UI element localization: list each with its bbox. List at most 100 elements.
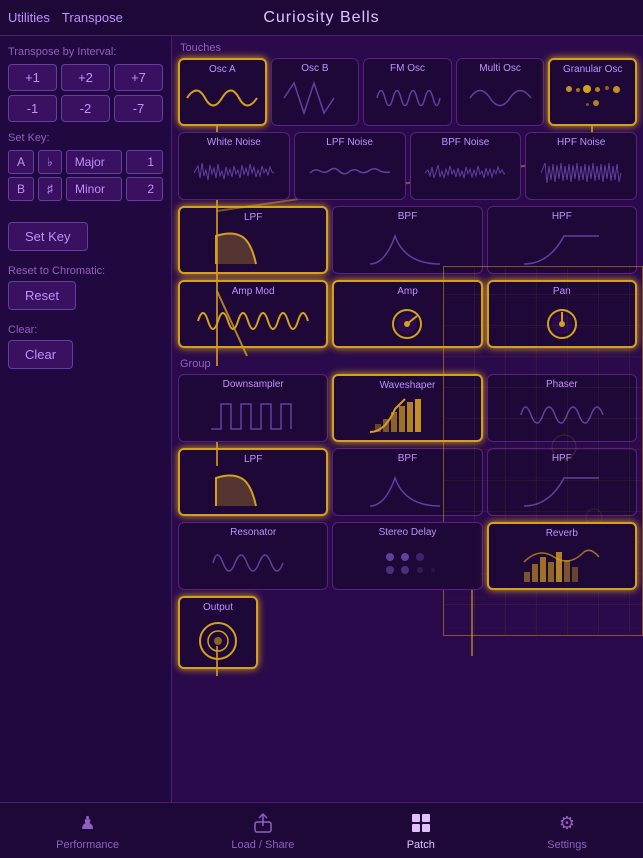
module-hpf-1[interactable]: HPF bbox=[487, 206, 637, 274]
module-amp-mod[interactable]: Amp Mod bbox=[178, 280, 328, 348]
osc-a-label: Osc A bbox=[209, 64, 236, 75]
key-num-2[interactable]: 2 bbox=[126, 177, 163, 201]
module-lpf-1[interactable]: LPF bbox=[178, 206, 328, 274]
touches-row-2: White Noise LPF Noise BPF Noise bbox=[172, 130, 643, 204]
transpose-label: Transpose by Interval: bbox=[8, 46, 163, 58]
settings-icon: ⚙ bbox=[554, 810, 580, 836]
module-bpf-noise[interactable]: BPF Noise bbox=[410, 132, 522, 200]
key-note-a[interactable]: A bbox=[8, 150, 34, 174]
interval-buttons-grid: +1 +2 +7 -1 -2 -7 bbox=[8, 64, 163, 122]
bpf-noise-label: BPF Noise bbox=[441, 137, 489, 148]
interval-plus7[interactable]: +7 bbox=[114, 64, 163, 91]
load-share-label: Load / Share bbox=[231, 839, 294, 851]
performance-label: Performance bbox=[56, 839, 119, 851]
module-osc-a[interactable]: Osc A bbox=[178, 58, 267, 126]
reset-label: Reset to Chromatic: bbox=[8, 265, 163, 277]
key-sharp-b[interactable]: ♯ bbox=[38, 177, 62, 201]
module-output[interactable]: Output bbox=[178, 596, 258, 669]
fm-osc-visual bbox=[368, 76, 447, 121]
stereo-delay-visual bbox=[337, 540, 477, 585]
reverb-visual bbox=[493, 541, 631, 584]
module-multi-osc[interactable]: Multi Osc bbox=[456, 58, 545, 126]
resonator-visual bbox=[183, 540, 323, 585]
downsampler-label: Downsampler bbox=[223, 379, 284, 390]
fm-osc-label: FM Osc bbox=[390, 63, 425, 74]
set-key-button[interactable]: Set Key bbox=[8, 222, 88, 251]
osc-a-visual bbox=[184, 77, 261, 120]
module-resonator[interactable]: Resonator bbox=[178, 522, 328, 590]
key-scale-minor[interactable]: Minor bbox=[66, 177, 122, 201]
effects-row: Resonator Stereo Delay bbox=[172, 520, 643, 594]
hpf-noise-visual bbox=[530, 150, 632, 195]
output-visual bbox=[184, 615, 252, 663]
key-row-2: B ♯ Minor 2 bbox=[8, 177, 163, 201]
resonator-label: Resonator bbox=[230, 527, 276, 538]
interval-minus2[interactable]: -2 bbox=[61, 95, 110, 122]
module-white-noise[interactable]: White Noise bbox=[178, 132, 290, 200]
amp-mod-label: Amp Mod bbox=[232, 286, 275, 297]
granular-osc-label: Granular Osc bbox=[563, 64, 622, 75]
downsampler-visual bbox=[183, 392, 323, 437]
nav-settings[interactable]: ⚙ Settings bbox=[547, 810, 587, 851]
bpf-1-visual bbox=[337, 224, 477, 269]
bottom-nav: ♟ Performance Load / Share Patch ⚙ Setti… bbox=[0, 802, 643, 858]
module-hpf-noise[interactable]: HPF Noise bbox=[525, 132, 637, 200]
output-label: Output bbox=[203, 602, 233, 613]
main-content: Touches Osc A Osc B FM Osc bbox=[172, 36, 643, 818]
granular-osc-visual bbox=[554, 77, 631, 120]
interval-minus1[interactable]: -1 bbox=[8, 95, 57, 122]
interval-minus7[interactable]: -7 bbox=[114, 95, 163, 122]
module-fm-osc[interactable]: FM Osc bbox=[363, 58, 452, 126]
key-sharp-a[interactable]: ♭ bbox=[38, 150, 62, 174]
key-note-b[interactable]: B bbox=[8, 177, 34, 201]
header-nav-left[interactable]: Utilities Transpose bbox=[8, 10, 123, 25]
amp-label: Amp bbox=[397, 286, 418, 297]
lpf-2-label: LPF bbox=[244, 454, 262, 465]
app-header: Utilities Transpose Curiosity Bells bbox=[0, 0, 643, 36]
interval-plus1[interactable]: +1 bbox=[8, 64, 57, 91]
lpf-noise-visual bbox=[299, 150, 401, 195]
bpf-1-label: BPF bbox=[398, 211, 417, 222]
module-stereo-delay[interactable]: Stereo Delay bbox=[332, 522, 482, 590]
module-lpf-2[interactable]: LPF bbox=[178, 448, 328, 516]
load-share-icon bbox=[250, 810, 276, 836]
key-scale-major[interactable]: Major bbox=[66, 150, 122, 174]
module-downsampler[interactable]: Downsampler bbox=[178, 374, 328, 442]
lpf-2-visual bbox=[184, 467, 322, 510]
white-noise-label: White Noise bbox=[207, 137, 261, 148]
nav-performance[interactable]: ♟ Performance bbox=[56, 810, 119, 851]
hpf-1-visual bbox=[492, 224, 632, 269]
osc-b-visual bbox=[276, 76, 355, 121]
module-bpf-1[interactable]: BPF bbox=[332, 206, 482, 274]
module-osc-b[interactable]: Osc B bbox=[271, 58, 360, 126]
module-granular-osc[interactable]: Granular Osc bbox=[548, 58, 637, 126]
reset-button[interactable]: Reset bbox=[8, 281, 76, 310]
lpf-1-label: LPF bbox=[244, 212, 262, 223]
amp-mod-visual bbox=[184, 299, 322, 342]
module-reverb[interactable]: Reverb bbox=[487, 522, 637, 590]
performance-icon: ♟ bbox=[75, 810, 101, 836]
patch-label: Patch bbox=[407, 839, 435, 851]
sidebar: Transpose by Interval: +1 +2 +7 -1 -2 -7… bbox=[0, 36, 172, 818]
clear-label: Clear: bbox=[8, 324, 163, 336]
module-lpf-noise[interactable]: LPF Noise bbox=[294, 132, 406, 200]
nav-patch[interactable]: Patch bbox=[407, 810, 435, 851]
multi-osc-label: Multi Osc bbox=[479, 63, 521, 74]
nav-load-share[interactable]: Load / Share bbox=[231, 810, 294, 851]
lpf-1-visual bbox=[184, 225, 322, 268]
touches-section-label: Touches bbox=[172, 36, 643, 56]
utilities-link[interactable]: Utilities bbox=[8, 10, 50, 25]
key-row-1: A ♭ Major 1 bbox=[8, 150, 163, 174]
hpf-noise-label: HPF Noise bbox=[557, 137, 605, 148]
clear-button[interactable]: Clear bbox=[8, 340, 73, 369]
bpf-noise-visual bbox=[415, 150, 517, 195]
white-noise-visual bbox=[183, 150, 285, 195]
lpf-noise-label: LPF Noise bbox=[326, 137, 373, 148]
transpose-link[interactable]: Transpose bbox=[62, 10, 123, 25]
patch-icon bbox=[408, 810, 434, 836]
osc-b-label: Osc B bbox=[301, 63, 328, 74]
hpf-1-label: HPF bbox=[552, 211, 572, 222]
key-num-1[interactable]: 1 bbox=[126, 150, 163, 174]
interval-plus2[interactable]: +2 bbox=[61, 64, 110, 91]
touches-row-1: Osc A Osc B FM Osc bbox=[172, 56, 643, 130]
